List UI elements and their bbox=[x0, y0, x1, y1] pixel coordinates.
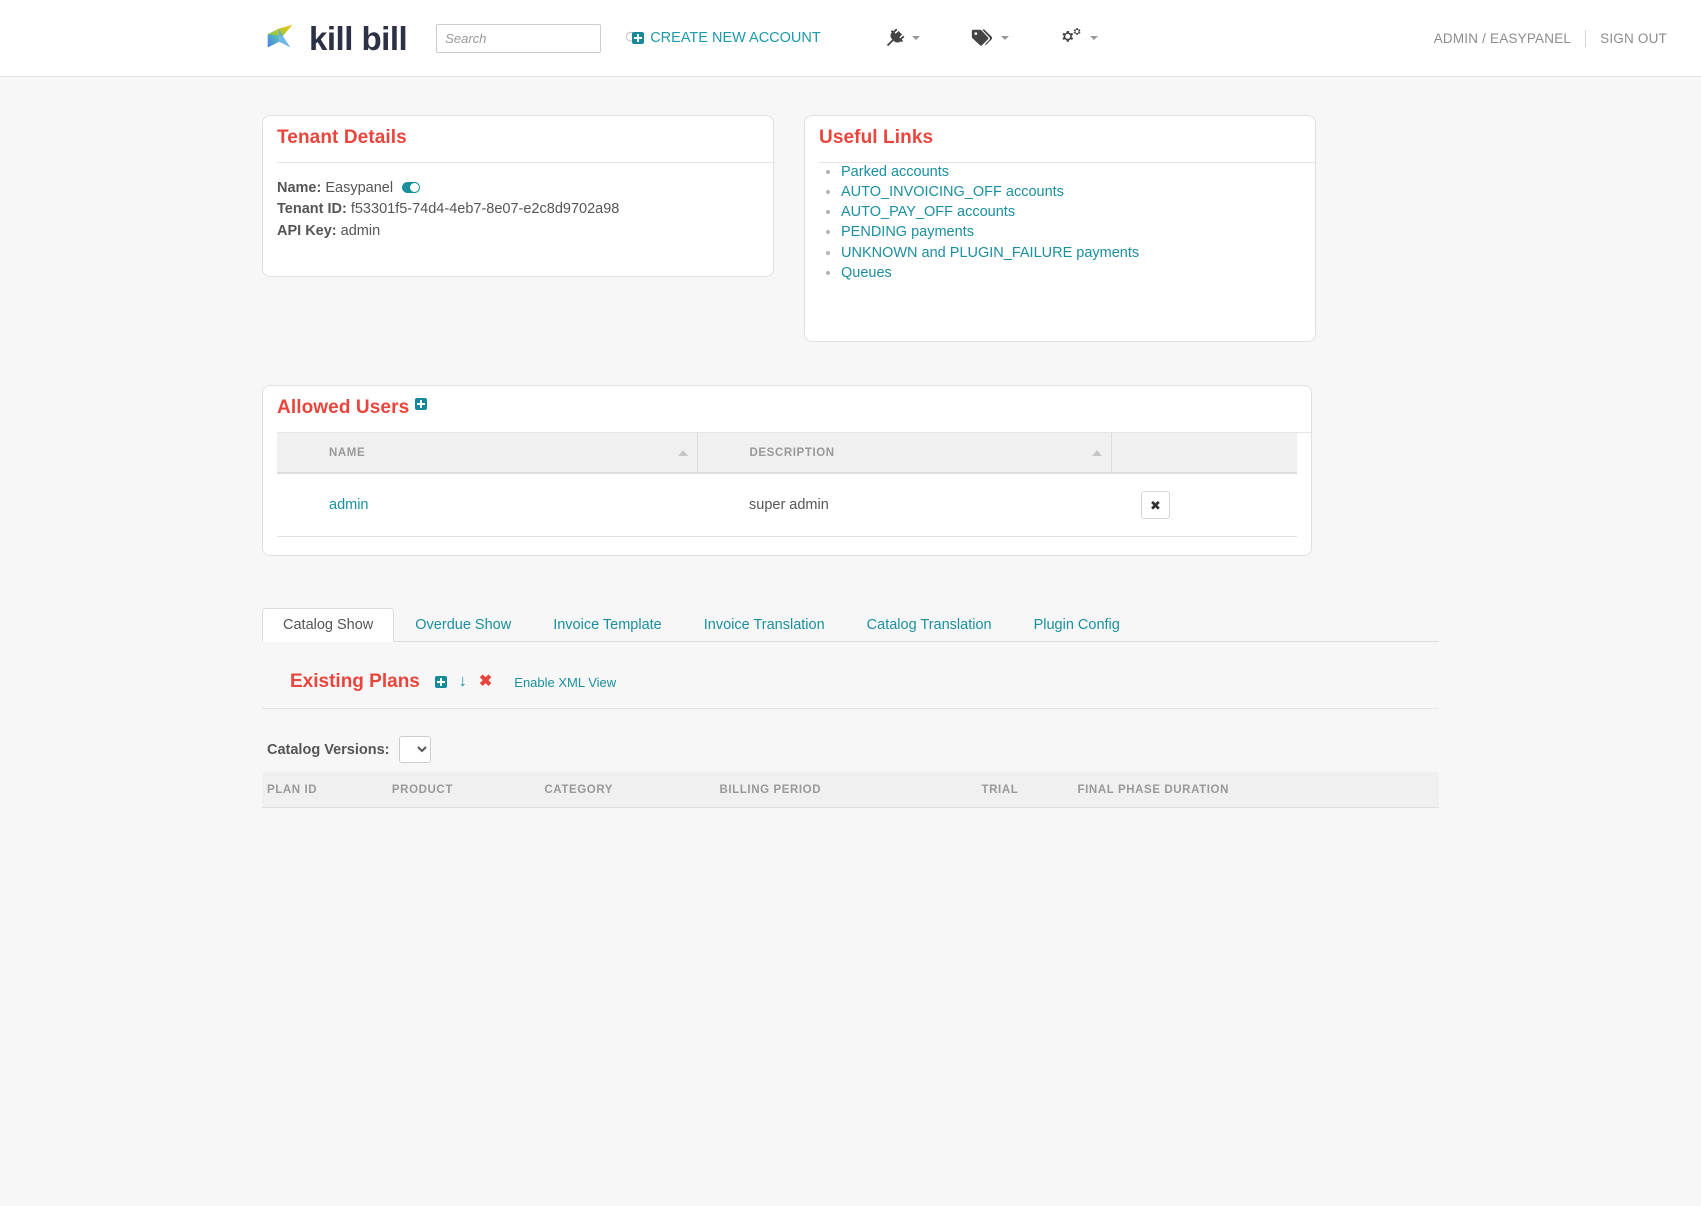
existing-plans-title: Existing Plans bbox=[290, 671, 420, 692]
catalog-versions-label: Catalog Versions: bbox=[267, 741, 390, 758]
tenant-enabled-toggle[interactable] bbox=[402, 182, 421, 193]
list-item: AUTO_PAY_OFF accounts bbox=[841, 203, 1315, 222]
list-item: PENDING payments bbox=[841, 223, 1315, 242]
plus-square-icon bbox=[632, 32, 645, 44]
catalog-versions-select[interactable] bbox=[399, 736, 432, 763]
useful-links-panel: Useful Links Parked accounts AUTO_INVOICI… bbox=[804, 115, 1316, 342]
tab-invoice-translation[interactable]: Invoice Translation bbox=[683, 608, 846, 643]
create-new-account-label: CREATE NEW ACCOUNT bbox=[650, 30, 821, 46]
tabs-section: Catalog Show Overdue Show Invoice Template… bbox=[0, 556, 1701, 642]
useful-link[interactable]: PENDING payments bbox=[841, 224, 974, 240]
column-header-plan-id: PLAN ID bbox=[262, 772, 392, 808]
tenant-id-value: f53301f5-74d4-4eb7-8e07-e2c8d9702a98 bbox=[350, 201, 620, 218]
existing-plans-header: Existing Plans ↓ ✖ Enable XML View bbox=[262, 642, 1439, 709]
tags-icon bbox=[970, 27, 994, 49]
column-header-trial: TRIAL bbox=[981, 772, 1078, 808]
current-user-link[interactable]: ADMIN / EASYPANEL bbox=[1434, 31, 1571, 46]
chevron-down-icon bbox=[1000, 36, 1009, 40]
list-item: Queues bbox=[841, 264, 1315, 283]
divider bbox=[1585, 29, 1587, 47]
chevron-down-icon bbox=[911, 36, 920, 40]
tab-invoice-template[interactable]: Invoice Template bbox=[532, 608, 683, 643]
settings-menu[interactable] bbox=[1059, 27, 1098, 49]
arrow-down-icon[interactable]: ↓ bbox=[459, 674, 467, 690]
killbill-logo-icon bbox=[262, 19, 300, 57]
tenant-details-title: Tenant Details bbox=[277, 127, 407, 148]
sort-ascending-icon bbox=[1091, 449, 1102, 456]
tab-catalog-translation[interactable]: Catalog Translation bbox=[846, 608, 1013, 643]
useful-link[interactable]: Parked accounts bbox=[841, 164, 949, 180]
list-item: AUTO_INVOICING_OFF accounts bbox=[841, 183, 1315, 202]
page-content: Tenant Details Name: Easypanel Tenant ID… bbox=[0, 77, 1701, 868]
allowed-users-row: Allowed Users NAME DESCRIPTION admin sup… bbox=[0, 342, 1701, 556]
table-header-row: NAME DESCRIPTION bbox=[277, 433, 1297, 474]
create-new-account-button[interactable]: CREATE NEW ACCOUNT bbox=[632, 30, 821, 46]
cell-name: admin bbox=[277, 473, 697, 537]
tab-overdue-show[interactable]: Overdue Show bbox=[394, 608, 532, 643]
catalog-versions-row: Catalog Versions: bbox=[262, 709, 1439, 772]
api-key-line: API Key: admin bbox=[277, 222, 773, 241]
table-header-row: PLAN ID PRODUCT CATEGORY BILLING PERIOD TRIA… bbox=[262, 772, 1439, 808]
enable-xml-view-link[interactable]: Enable XML View bbox=[514, 675, 616, 690]
search-box[interactable] bbox=[436, 23, 639, 53]
top-navbar: kill bill CREATE NEW ACCOUNT bbox=[0, 0, 1701, 77]
cell-description: super admin bbox=[697, 473, 1111, 537]
chevron-down-icon bbox=[1089, 36, 1098, 40]
allowed-users-table: NAME DESCRIPTION admin super admin ✖ bbox=[277, 433, 1297, 537]
list-item: UNKNOWN and PLUGIN_FAILURE payments bbox=[841, 244, 1315, 263]
plug-icon bbox=[883, 27, 905, 49]
tenant-details-panel: Tenant Details Name: Easypanel Tenant ID… bbox=[262, 115, 774, 277]
tenant-details-body: Name: Easypanel Tenant ID: f53301f5-74d4… bbox=[263, 163, 773, 241]
tab-bar: Catalog Show Overdue Show Invoice Template… bbox=[262, 606, 1439, 642]
tenant-name-label: Name: bbox=[277, 180, 322, 196]
sign-out-link[interactable]: SIGN OUT bbox=[1600, 31, 1667, 46]
column-header-actions bbox=[1111, 433, 1297, 474]
existing-plans-section: Existing Plans ↓ ✖ Enable XML View Catal… bbox=[0, 642, 1701, 808]
brand-logo-link[interactable]: kill bill bbox=[262, 19, 408, 57]
allowed-users-title-text: Allowed Users bbox=[277, 397, 410, 418]
existing-plans-table: PLAN ID PRODUCT CATEGORY BILLING PERIOD TRIA… bbox=[262, 772, 1439, 808]
table-row: admin super admin ✖ bbox=[277, 473, 1297, 537]
useful-link[interactable]: AUTO_PAY_OFF accounts bbox=[841, 204, 1015, 220]
column-header-description[interactable]: DESCRIPTION bbox=[697, 433, 1112, 474]
add-plan-button[interactable] bbox=[434, 676, 447, 688]
user-name-link[interactable]: admin bbox=[329, 497, 369, 513]
tenant-id-label: Tenant ID: bbox=[277, 201, 347, 218]
tenant-name-value: Easypanel bbox=[325, 180, 394, 196]
navbar-right: ADMIN / EASYPANEL SIGN OUT bbox=[1434, 29, 1667, 47]
api-key-label: API Key: bbox=[277, 222, 337, 239]
add-allowed-user-button[interactable] bbox=[415, 398, 428, 410]
cross-icon[interactable]: ✖ bbox=[479, 674, 492, 690]
list-item: Parked accounts bbox=[841, 163, 1315, 182]
allowed-users-panel: Allowed Users NAME DESCRIPTION admin sup… bbox=[262, 385, 1312, 556]
cell-actions: ✖ bbox=[1111, 473, 1297, 537]
gears-icon bbox=[1059, 27, 1083, 49]
useful-links-title: Useful Links bbox=[819, 127, 934, 148]
top-panels-row: Tenant Details Name: Easypanel Tenant ID… bbox=[0, 77, 1701, 342]
delete-user-button[interactable]: ✖ bbox=[1141, 491, 1170, 519]
column-label: NAME bbox=[329, 447, 366, 459]
useful-links-list: Parked accounts AUTO_INVOICING_OFF accoun… bbox=[805, 163, 1315, 283]
tab-catalog-show[interactable]: Catalog Show bbox=[262, 607, 395, 642]
navbar-icon-group bbox=[883, 27, 1098, 49]
tenant-name-line: Name: Easypanel bbox=[277, 179, 773, 198]
useful-link[interactable]: UNKNOWN and PLUGIN_FAILURE payments bbox=[841, 245, 1139, 261]
sort-ascending-icon bbox=[677, 449, 688, 456]
useful-link[interactable]: AUTO_INVOICING_OFF accounts bbox=[841, 184, 1064, 200]
column-header-billing-period: BILLING PERIOD bbox=[719, 772, 982, 808]
column-label: DESCRIPTION bbox=[749, 447, 835, 459]
brand-name: kill bill bbox=[309, 19, 408, 57]
search-input[interactable] bbox=[443, 29, 626, 47]
tags-menu[interactable] bbox=[970, 27, 1009, 49]
allowed-users-title: Allowed Users bbox=[277, 397, 1311, 419]
tenant-id-line: Tenant ID: f53301f5-74d4-4eb7-8e07-e2c8d… bbox=[277, 200, 773, 219]
plugins-menu[interactable] bbox=[883, 27, 920, 49]
column-header-name[interactable]: NAME bbox=[277, 433, 698, 474]
api-key-value: admin bbox=[340, 222, 381, 239]
column-header-final-phase-duration: FINAL PHASE DURATION bbox=[1077, 772, 1439, 808]
useful-link[interactable]: Queues bbox=[841, 265, 892, 281]
column-header-product: PRODUCT bbox=[391, 772, 545, 808]
tab-plugin-config[interactable]: Plugin Config bbox=[1013, 608, 1141, 643]
column-header-category: CATEGORY bbox=[544, 772, 720, 808]
